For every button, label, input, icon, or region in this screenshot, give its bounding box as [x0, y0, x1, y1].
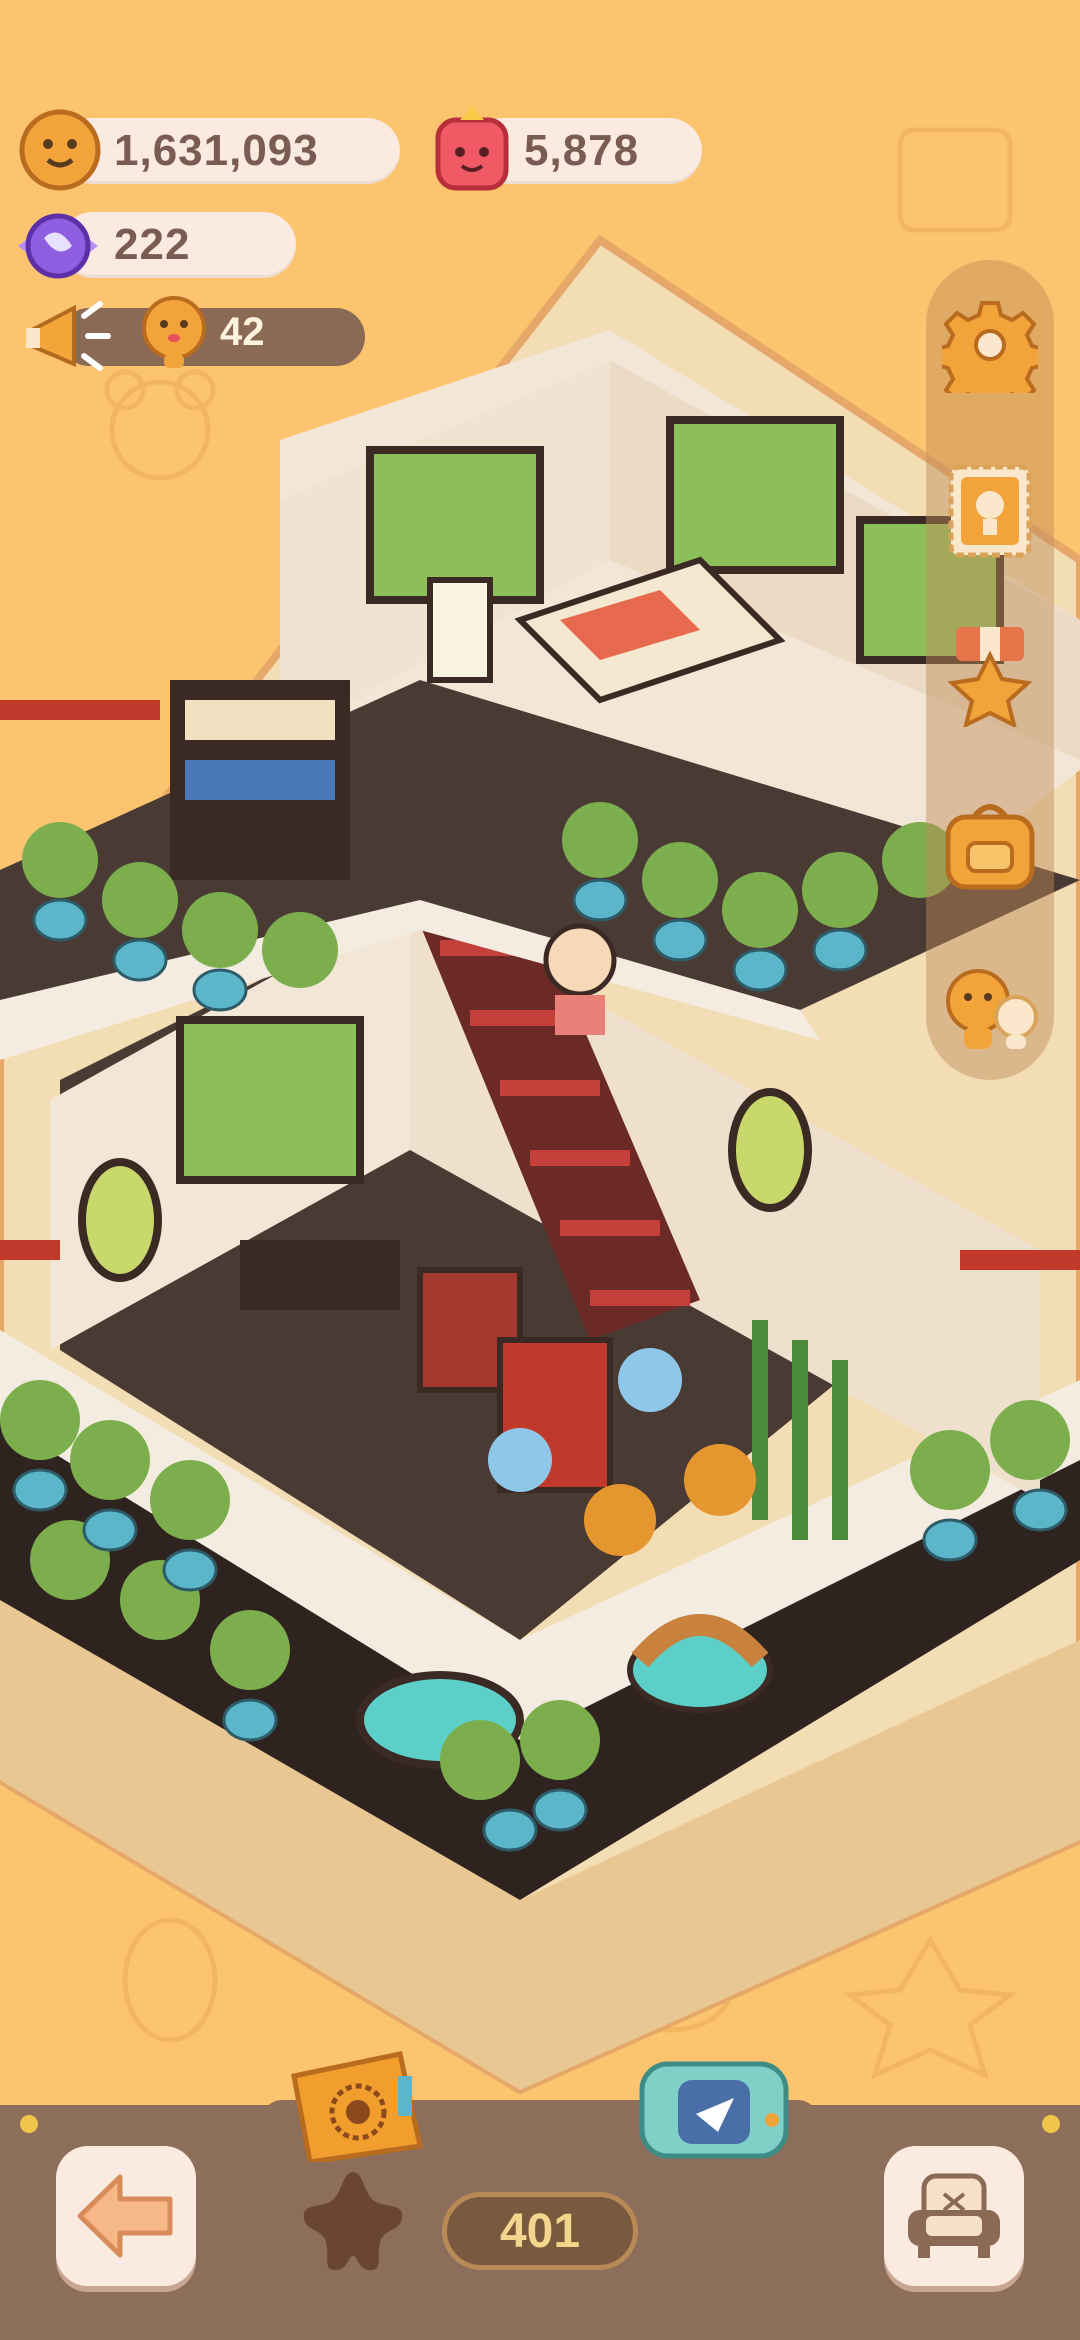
coins-amount: 1,631,093	[114, 126, 319, 175]
bottom-bar-rivet-left	[20, 2115, 38, 2133]
book-icon[interactable]	[280, 2046, 430, 2162]
camera-icon[interactable]	[634, 2050, 794, 2160]
friends-icon	[946, 969, 1038, 1049]
stamp-button[interactable]	[935, 456, 1045, 566]
level-number: 401	[499, 2205, 581, 2258]
backpack-icon	[945, 804, 1035, 890]
megaphone-icon[interactable]	[22, 296, 114, 376]
promo-count: 42	[220, 310, 265, 354]
cookie-character-icon	[142, 296, 206, 368]
furniture-button[interactable]	[884, 2146, 1024, 2286]
back-arrow-icon	[77, 2174, 173, 2258]
armchair-icon	[908, 2173, 1000, 2258]
gems-amount: 5,878	[524, 126, 640, 175]
bottom-bar-rivet-right	[1042, 2115, 1060, 2133]
medal-button[interactable]	[935, 620, 1045, 730]
star-medal-icon	[947, 627, 1033, 727]
candy-amount: 222	[114, 220, 191, 269]
red-gem-icon	[435, 106, 509, 191]
settings-button[interactable]	[935, 290, 1045, 400]
purple-candy-icon	[18, 213, 98, 279]
cookie-coin-icon	[19, 109, 101, 191]
friends-button[interactable]	[935, 954, 1045, 1064]
bag-button[interactable]	[935, 790, 1045, 900]
back-button[interactable]	[56, 2146, 196, 2286]
gear-icon	[942, 301, 1038, 393]
stamp-icon	[948, 464, 1032, 558]
star-cookie-icon[interactable]	[298, 2166, 408, 2274]
